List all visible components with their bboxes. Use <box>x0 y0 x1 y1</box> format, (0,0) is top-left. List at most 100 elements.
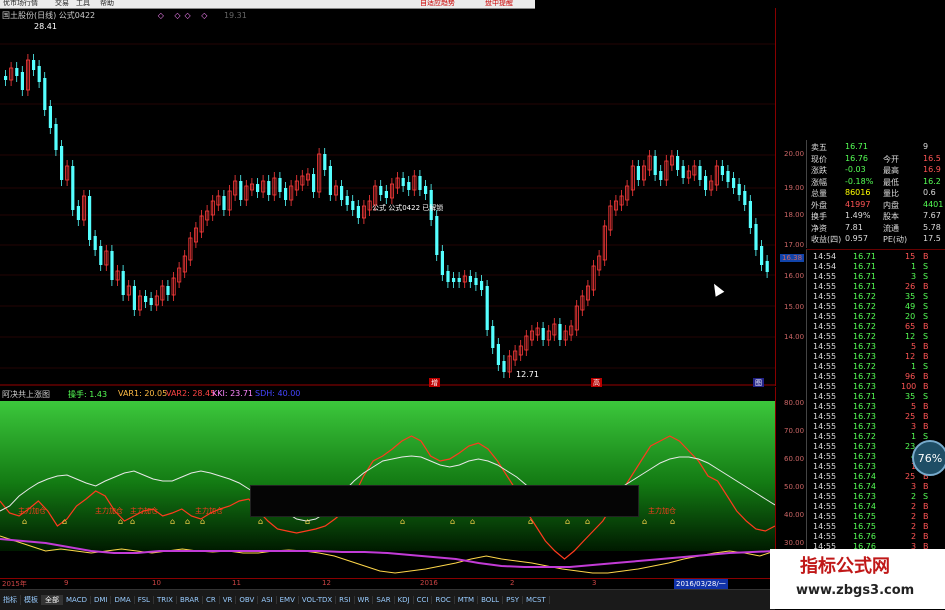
tick-price: 16.73 <box>853 352 876 361</box>
tick-time: 14:55 <box>813 312 837 321</box>
quote-row: 净资 7.81 流通 5.78 <box>811 223 945 233</box>
date-tick: 2015年 <box>2 580 27 588</box>
indicator-tab[interactable]: CR <box>203 596 220 604</box>
tick-time: 14:55 <box>813 462 837 471</box>
tick-price: 16.74 <box>853 502 876 511</box>
tick-side: S <box>923 272 929 281</box>
candle <box>351 201 355 210</box>
signal-marker: ⌂ <box>585 517 590 526</box>
quote-row: 换手 1.49% 股本 7.67 <box>811 211 945 221</box>
indicator-tab[interactable]: WR <box>355 596 374 604</box>
quote-value: 7.81 <box>845 222 863 232</box>
candle <box>754 224 758 250</box>
tick-time: 14:55 <box>813 452 837 461</box>
candle <box>446 271 450 282</box>
candle <box>496 344 500 365</box>
tick-time: 14:55 <box>813 502 837 511</box>
tick-side: S <box>923 262 929 271</box>
tick-list[interactable]: 14:54 16.71 15 B 14:54 16.71 1 S 14:55 16.71 3 S 14:… <box>806 249 945 551</box>
indicator-tab[interactable]: ASI <box>258 596 277 604</box>
indicator-tab[interactable]: MCST <box>523 596 550 604</box>
tick-price: 16.75 <box>853 522 876 531</box>
price-tick: 18.00 <box>784 211 805 219</box>
indicator-tab[interactable]: MTM <box>455 596 479 604</box>
price-tick: 15.00 <box>784 303 805 311</box>
tick-time: 14:55 <box>813 342 837 351</box>
candle <box>60 146 64 180</box>
indicator-name[interactable]: 阿决共上涨图 <box>2 389 50 400</box>
price-tick: 16.00 <box>784 272 805 280</box>
indicator-tab[interactable]: FSL <box>135 596 154 604</box>
indicator-tab[interactable]: VR <box>220 596 237 604</box>
candle <box>32 60 36 70</box>
notice-link[interactable]: 盘中提醒 <box>485 0 513 8</box>
tick-volume: 25 <box>905 412 916 421</box>
menu-item-help[interactable]: 帮助 <box>100 0 114 8</box>
indicator-tab[interactable]: 模板 <box>21 595 42 605</box>
candle <box>88 196 92 240</box>
tick-row: 14:54 16.71 15 B <box>809 252 945 262</box>
candle <box>401 178 405 186</box>
trend-alert-link[interactable]: 自适应趋势 <box>420 0 455 8</box>
indicator-tab[interactable]: PSY <box>503 596 524 604</box>
indicator-tab[interactable]: TRIX <box>154 596 177 604</box>
signal-marker: ⌂ <box>450 517 455 526</box>
quote-label: 内盘 <box>883 200 899 210</box>
candle <box>15 68 19 76</box>
tick-volume: 12 <box>905 352 916 361</box>
candlestick-chart[interactable] <box>0 8 775 386</box>
tick-volume: 15 <box>905 252 916 261</box>
tick-price: 16.71 <box>853 282 876 291</box>
quote-value: -0.03 <box>845 165 866 174</box>
indicator-tab[interactable]: EMV <box>277 596 299 604</box>
tick-time: 14:55 <box>813 362 837 371</box>
indicator-tab[interactable]: RSI <box>336 596 355 604</box>
chart-title-text: 国土股份(日线) 公式0422 <box>2 11 96 20</box>
indicator-tab[interactable]: BRAR <box>177 596 203 604</box>
candle <box>659 171 663 180</box>
tick-volume: 35 <box>905 292 916 301</box>
quote-label: 收益(四) <box>811 235 842 244</box>
indicator-tab[interactable]: VOL-TDX <box>299 596 337 604</box>
tick-volume: 3 <box>911 422 917 431</box>
quote-row: 现价 16.76 今开 16.5 <box>811 154 945 164</box>
indicator-tab[interactable]: 全部 <box>42 595 63 605</box>
quote-label: 最低 <box>883 177 899 187</box>
indicator-tab[interactable]: KDJ <box>395 596 414 604</box>
tick-row: 14:55 16.73 12 B <box>809 352 945 362</box>
candle <box>720 166 724 175</box>
tick-side: B <box>923 372 929 381</box>
indicator-tick: 60.00 <box>784 455 805 463</box>
tick-price: 16.74 <box>853 482 876 491</box>
tick-price: 16.72 <box>853 322 876 331</box>
signal-marker: ⌂ <box>305 517 310 526</box>
indicator-tab[interactable]: CCI <box>414 596 433 604</box>
menu-item-trade[interactable]: 交易 <box>55 0 69 8</box>
candle <box>256 184 260 192</box>
progress-badge[interactable]: 76% <box>912 440 945 476</box>
watermark: 指标公式网 www.zbgs3.com <box>770 549 945 609</box>
candle <box>760 246 764 265</box>
candle <box>93 236 97 250</box>
menu-item-tools[interactable]: 工具 <box>76 0 90 8</box>
candle <box>312 174 316 192</box>
candle <box>748 201 752 228</box>
indicator-tab[interactable]: ROC <box>432 596 455 604</box>
tick-price: 16.72 <box>853 292 876 301</box>
indicator-tab[interactable]: DMI <box>91 596 112 604</box>
current-price-tag: 16.38 <box>780 254 805 262</box>
indicator-tab[interactable]: MACD <box>63 596 91 604</box>
menu-item-market[interactable]: 优市场行情 <box>3 0 38 8</box>
candle <box>765 261 769 272</box>
quote-value: 16.71 <box>845 142 868 151</box>
indicator-tab[interactable]: SAR <box>373 596 395 604</box>
indicator-tab[interactable]: BOLL <box>478 596 504 604</box>
indicator-tab[interactable]: OBV <box>236 596 259 604</box>
indicator-tab[interactable]: DMA <box>111 596 135 604</box>
indicator-tab[interactable]: 指标 <box>0 595 21 605</box>
tick-row: 14:55 16.72 20 S <box>809 312 945 322</box>
chart-title-value: 19.31 <box>223 11 247 20</box>
signal-label: 主力加仓 <box>95 506 123 515</box>
quote-row: 收益(四) 0.957 PE(动) 17.5 <box>811 234 945 244</box>
candle <box>328 166 332 195</box>
